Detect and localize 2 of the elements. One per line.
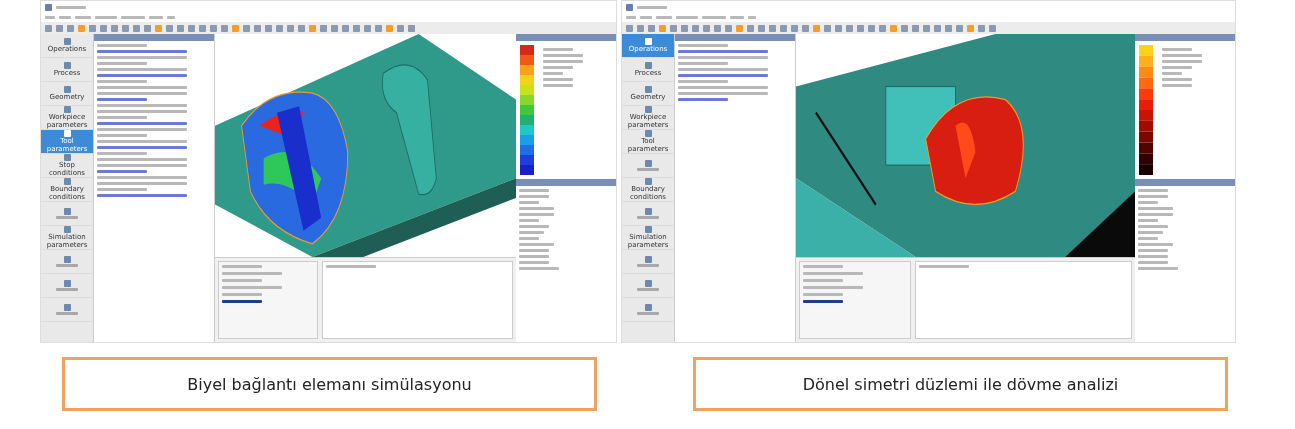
caption: Dönel simetri düzlemi ile dövme analizi xyxy=(693,357,1228,411)
caption: Biyel bağlantı elemanı simülasyonu xyxy=(62,357,597,411)
